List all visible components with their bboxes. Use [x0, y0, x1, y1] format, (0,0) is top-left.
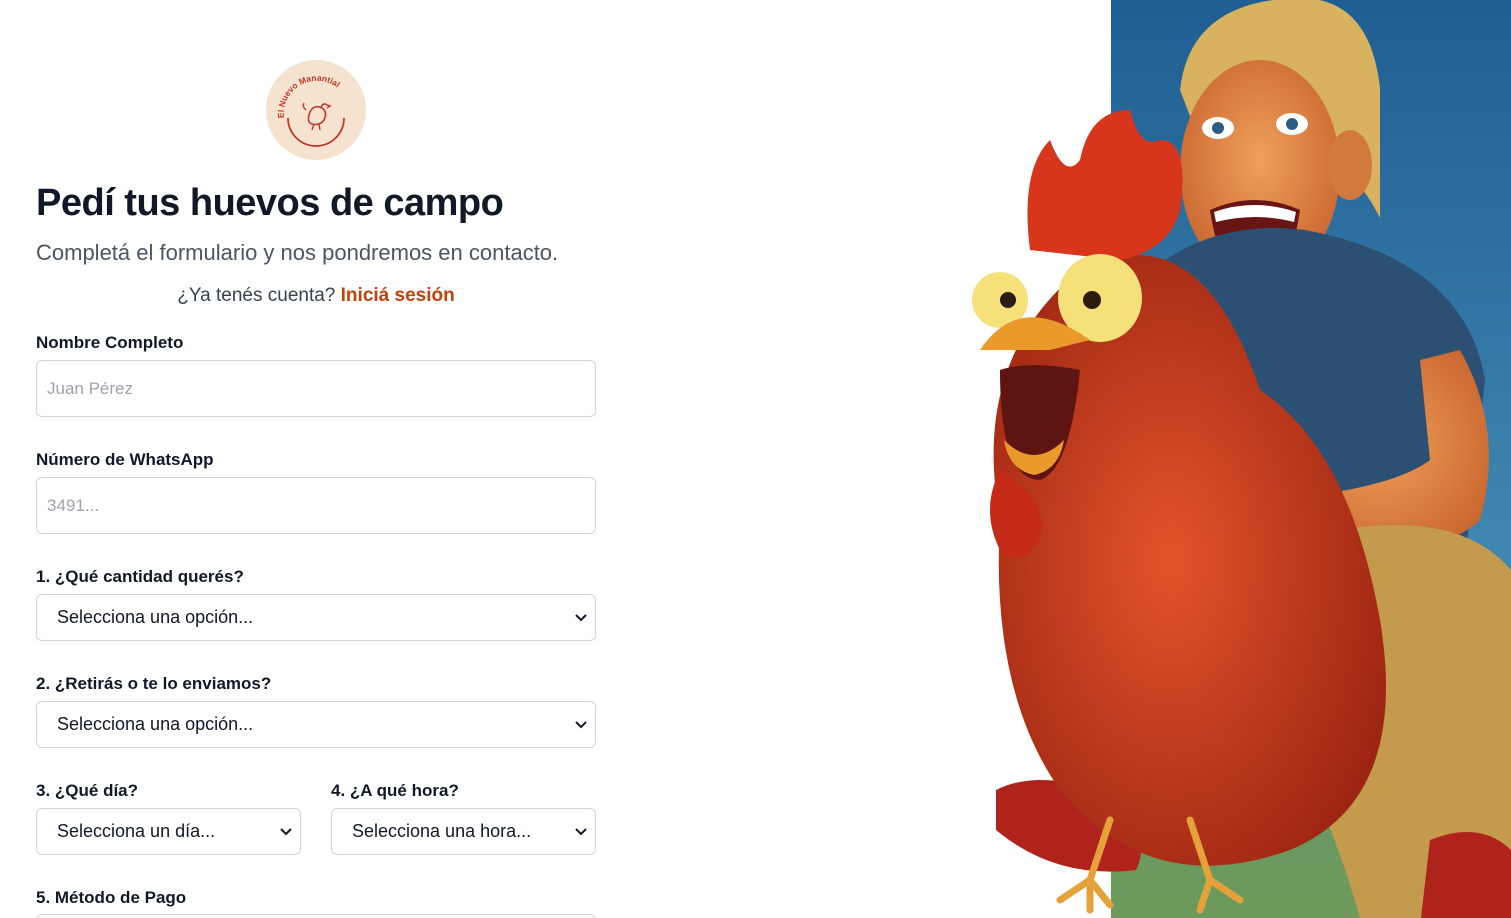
- hour-select-value: Selecciona una hora...: [352, 821, 532, 841]
- order-form-panel: El Nuevo Manantial Pedí tus huevos de ca…: [0, 0, 632, 918]
- delivery-select[interactable]: Selecciona una opción...: [36, 701, 596, 748]
- chevron-down-icon: [280, 828, 292, 836]
- day-select[interactable]: Selecciona un día...: [36, 808, 301, 855]
- quantity-select-value: Selecciona una opción...: [57, 607, 254, 627]
- name-label: Nombre Completo: [36, 333, 184, 352]
- quantity-select[interactable]: Selecciona una opción...: [36, 594, 596, 641]
- brand-logo: El Nuevo Manantial: [266, 60, 366, 160]
- hen-icon: El Nuevo Manantial: [276, 73, 345, 147]
- page-title: Pedí tus huevos de campo: [36, 182, 504, 224]
- logo-text: El Nuevo Manantial: [276, 73, 342, 119]
- delivery-select-value: Selecciona una opción...: [57, 714, 254, 734]
- chevron-down-icon: [575, 828, 587, 836]
- login-link[interactable]: Iniciá sesión: [341, 285, 455, 306]
- whatsapp-input[interactable]: [36, 477, 596, 534]
- hero-illustration: [960, 0, 1511, 918]
- login-prompt-text: ¿Ya tenés cuenta?: [177, 285, 336, 306]
- whatsapp-label: Número de WhatsApp: [36, 450, 214, 469]
- day-label: 3. ¿Qué día?: [36, 781, 139, 800]
- login-prompt: ¿Ya tenés cuenta? Iniciá sesión: [0, 285, 632, 307]
- quantity-label: 1. ¿Qué cantidad querés?: [36, 567, 244, 586]
- payment-select[interactable]: [36, 914, 596, 918]
- chevron-down-icon: [575, 721, 587, 729]
- svg-text:El Nuevo Manantial: El Nuevo Manantial: [276, 73, 342, 119]
- payment-label: 5. Método de Pago: [36, 888, 187, 907]
- hour-select[interactable]: Selecciona una hora...: [331, 808, 596, 855]
- page-subtitle: Completá el formulario y nos pondremos e…: [36, 240, 559, 265]
- name-input[interactable]: [36, 360, 596, 417]
- chevron-down-icon: [575, 614, 587, 622]
- hen-rider-illustration: [972, 0, 1511, 918]
- day-select-value: Selecciona un día...: [57, 821, 216, 841]
- delivery-label: 2. ¿Retirás o te lo enviamos?: [36, 674, 272, 693]
- hour-label: 4. ¿A qué hora?: [331, 781, 459, 800]
